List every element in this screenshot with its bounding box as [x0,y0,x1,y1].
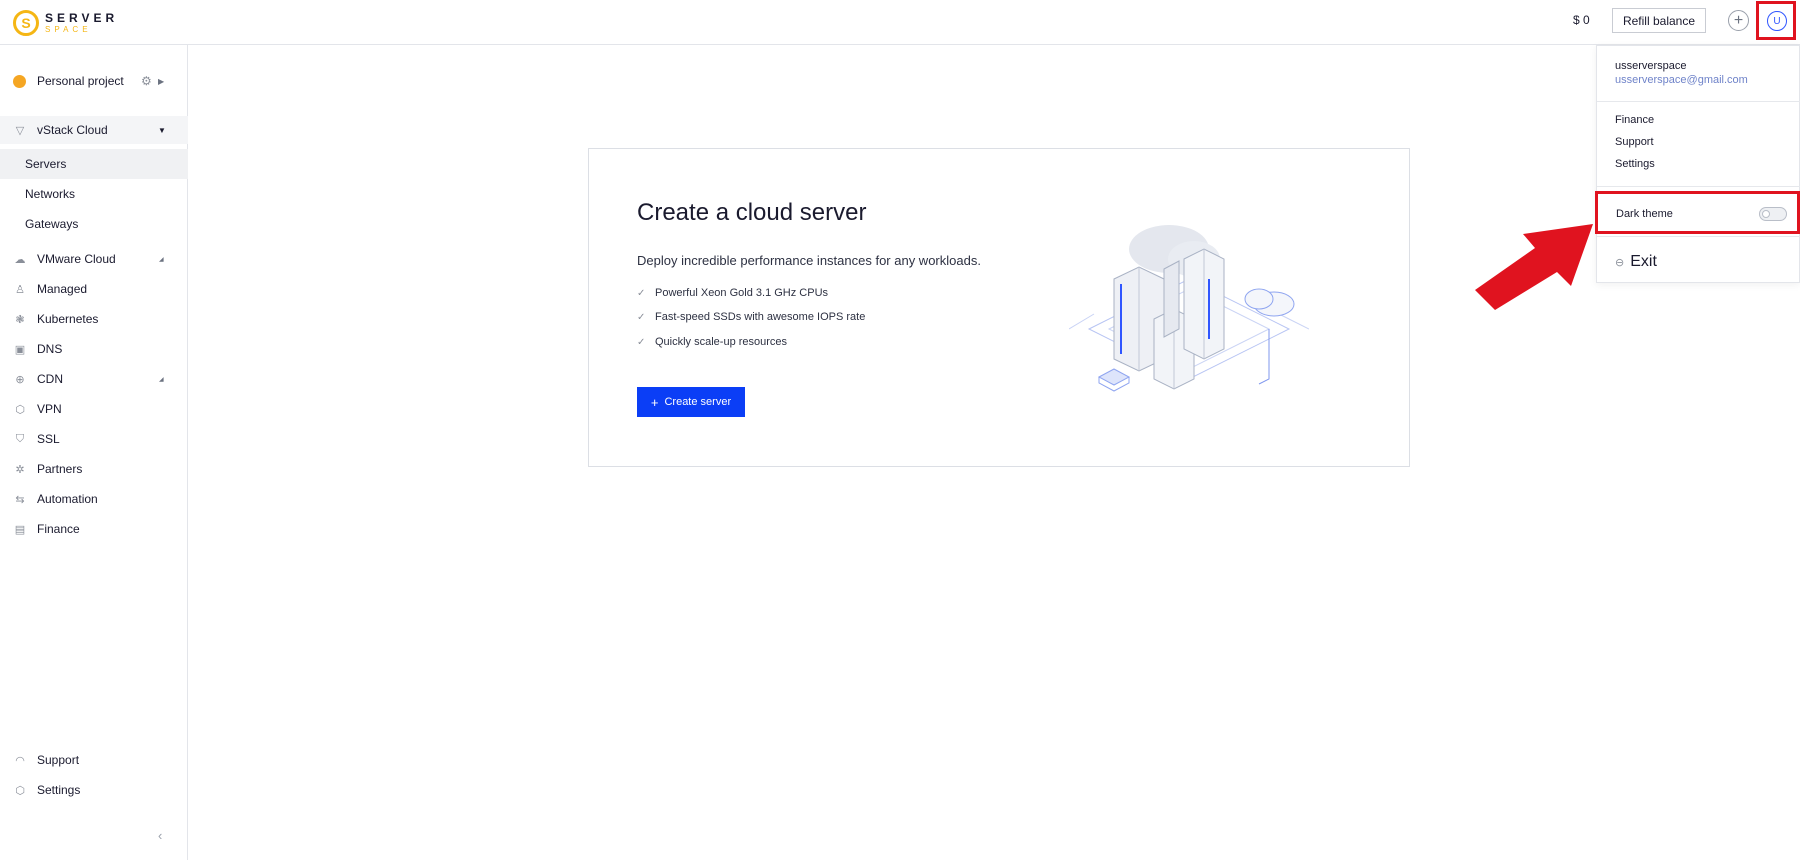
sidebar-item-finance[interactable]: ▤ Finance [0,515,188,543]
sidebar-subitem-label: Networks [25,187,76,201]
feature-item: ✓ Powerful Xeon Gold 3.1 GHz CPUs [637,287,828,299]
sidebar-item-label: Settings [37,783,81,797]
sidebar-item-label: SSL [37,432,60,446]
hexagon-icon: ⬡ [15,784,25,797]
expand-icon: ◢ [159,256,164,263]
top-bar: S SERVER SPACE $ 0 Refill balance + U [0,0,1800,45]
logo-mark-icon: S [13,10,39,36]
project-selector[interactable]: Personal project ⚙ ▶ [0,71,188,91]
sidebar-item-label: Managed [37,282,88,296]
helm-icon: ❃ [15,313,25,326]
headset-icon: ◠ [15,754,25,767]
card-title: Create a cloud server [637,199,867,226]
menu-item-finance[interactable]: Finance [1615,114,1654,126]
exit-label: Exit [1630,253,1657,270]
sidebar-item-support[interactable]: ◠ Support [0,746,188,774]
project-label: Personal project [37,74,124,88]
expand-icon: ◢ [159,376,164,383]
project-avatar-icon [13,74,26,88]
refill-balance-button[interactable]: Refill balance [1612,8,1706,33]
chevron-down-icon: ▼ [158,125,166,135]
vstack-icon: ▽ [15,124,25,137]
feature-item: ✓ Fast-speed SSDs with awesome IOPS rate [637,311,865,323]
sidebar-item-label: VMware Cloud [37,252,116,266]
sidebar-subitem-label: Gateways [25,217,79,231]
shield-hex-icon: ⬡ [15,403,25,416]
card-description: Deploy incredible performance instances … [637,253,981,268]
sidebar-item-label: CDN [37,372,63,386]
gear-icon[interactable]: ⚙ [141,74,152,88]
caret-right-icon[interactable]: ▶ [158,77,164,86]
dark-theme-row[interactable]: Dark theme [1595,191,1800,234]
sidebar-item-partners[interactable]: ✲ Partners [0,455,188,483]
logo-sub-text: SPACE [45,25,92,34]
feature-text: Powerful Xeon Gold 3.1 GHz CPUs [655,287,829,299]
sidebar-item-vmware-cloud[interactable]: ☁ VMware Cloud ◢ [0,245,188,273]
sidebar-subitem-networks[interactable]: Networks [0,179,188,209]
avatar[interactable]: U [1767,11,1787,31]
divider [1597,101,1800,102]
collapse-sidebar-icon[interactable]: ‹ [158,828,162,843]
sidebar-item-label: vStack Cloud [37,123,108,137]
check-icon: ✓ [637,287,646,299]
sidebar: Personal project ⚙ ▶ ▽ vStack Cloud ▼ Se… [0,45,188,860]
sidebar-item-label: Support [37,753,80,767]
dropdown-email: usserverspace@gmail.com [1615,74,1748,86]
dropdown-username: usserverspace [1615,60,1687,72]
sidebar-item-automation[interactable]: ⇆ Automation [0,485,188,513]
create-server-label: Create server [664,396,732,408]
exit-icon: ⊖ [1615,256,1625,269]
sidebar-subitem-label: Servers [25,157,67,171]
cloud-server-illustration [1069,225,1309,392]
create-server-button[interactable]: + Create server [637,387,745,417]
plus-icon[interactable]: + [1728,10,1749,31]
sidebar-item-dns[interactable]: ▣ DNS [0,335,188,363]
divider [1597,186,1800,187]
toggle-knob [1762,210,1770,218]
divider [1597,236,1800,237]
document-icon: ▤ [14,523,26,536]
shield-icon: ⛉ [15,432,25,445]
feature-item: ✓ Quickly scale-up resources [637,336,787,348]
globe-icon: ⊕ [15,373,25,386]
menu-item-settings[interactable]: Settings [1615,158,1655,170]
sidebar-item-label: Kubernetes [37,312,99,326]
sidebar-item-managed[interactable]: ♙ Managed [0,275,188,303]
dns-icon: ▣ [14,343,26,356]
menu-item-support[interactable]: Support [1615,136,1654,148]
sidebar-item-vpn[interactable]: ⬡ VPN [0,395,188,423]
cloud-icon: ☁ [14,253,26,266]
sidebar-subitem-servers[interactable]: Servers [0,149,188,179]
sidebar-item-settings[interactable]: ⬡ Settings [0,776,188,804]
check-icon: ✓ [637,311,646,323]
feature-text: Fast-speed SSDs with awesome IOPS rate [655,311,866,323]
sidebar-item-label: DNS [37,342,63,356]
sidebar-item-label: Automation [37,492,98,506]
sidebar-subitem-gateways[interactable]: Gateways [0,209,188,239]
user-dropdown-menu: usserverspace usserverspace@gmail.com Fi… [1596,45,1800,283]
balance-amount: $ 0 [1573,13,1590,27]
dark-theme-label: Dark theme [1616,208,1673,220]
check-icon: ✓ [637,336,646,348]
arrows-icon: ⇆ [15,493,25,506]
sidebar-item-cdn[interactable]: ⊕ CDN ◢ [0,365,188,393]
dark-theme-toggle[interactable] [1759,207,1787,221]
sidebar-item-ssl[interactable]: ⛉ SSL [0,425,188,453]
annotation-arrow [1475,224,1593,310]
sidebar-item-label: Partners [37,462,83,476]
person-icon: ♙ [15,283,25,296]
serverspace-logo[interactable]: S SERVER SPACE [13,8,118,38]
create-server-card: Create a cloud server Deploy incredible … [588,148,1410,467]
plus-icon: + [650,394,659,410]
sidebar-item-vstack-cloud[interactable]: ▽ vStack Cloud ▼ [0,116,188,144]
sidebar-item-kubernetes[interactable]: ❃ Kubernetes [0,305,188,333]
logo-main-text: SERVER [45,11,119,25]
sparkle-icon: ✲ [15,463,25,476]
sidebar-item-label: VPN [37,402,62,416]
sidebar-item-label: Finance [37,522,80,536]
menu-item-exit[interactable]: ⊖ Exit [1615,253,1657,271]
feature-text: Quickly scale-up resources [655,336,788,348]
avatar-highlight-frame: U [1756,1,1796,40]
